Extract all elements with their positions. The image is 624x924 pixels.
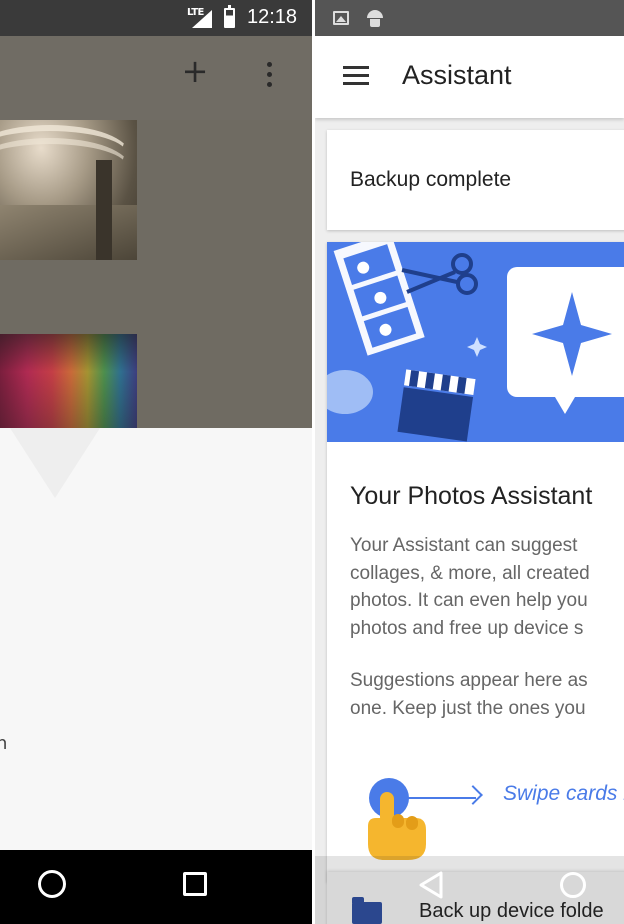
circle-home-icon[interactable]	[560, 872, 586, 898]
more-vert-icon[interactable]	[262, 62, 276, 92]
android-icon	[367, 8, 383, 27]
backup-status-card[interactable]: Backup complete	[327, 130, 624, 230]
assistant-illustration	[327, 242, 624, 442]
triangle-back-icon[interactable]	[417, 870, 445, 900]
app-toolbar: Assistant	[315, 36, 624, 118]
description-line: Your Assistant can suggest	[350, 535, 578, 556]
screenshot-root: LTE 12:18 + n Assistant Backup complete …	[0, 0, 624, 924]
assistant-description: Your Assistant can suggest collages, & m…	[350, 532, 624, 642]
pointing-hand-icon	[368, 792, 426, 860]
circle-home-icon[interactable]	[38, 870, 66, 898]
status-time: 12:18	[247, 6, 298, 28]
description-line: one. Keep just the ones you	[350, 697, 586, 719]
photo-column-detail	[96, 160, 112, 260]
right-phone-screen: Assistant Backup complete Your Photos As…	[315, 0, 624, 924]
assistant-intro-card[interactable]: Your Photos Assistant Your Assistant can…	[327, 242, 624, 882]
empty-content-area: n	[0, 428, 312, 850]
watermark-shape	[10, 428, 100, 498]
text-fragment: n	[0, 733, 8, 754]
image-icon	[333, 11, 349, 25]
backup-status-text: Backup complete	[350, 168, 512, 191]
illustration-graphics	[327, 242, 624, 442]
plus-icon[interactable]: +	[180, 55, 210, 87]
description-line: collages, & more, all created	[350, 562, 590, 584]
description-line: photos. It can even help you	[350, 590, 588, 611]
arrow-right-icon	[463, 785, 483, 805]
rainbow-wall-photo[interactable]	[0, 334, 137, 428]
description-line: photos and free up device s	[350, 617, 584, 639]
left-phone-screen: LTE 12:18 + n	[0, 0, 312, 924]
battery-icon	[224, 5, 235, 28]
assistant-card-title: Your Photos Assistant	[350, 482, 593, 510]
swipe-hint-label: Swipe cards r	[503, 782, 624, 805]
status-bar: LTE 12:18	[0, 0, 312, 36]
architecture-photo[interactable]	[0, 120, 137, 260]
navigation-bar	[315, 856, 624, 924]
status-bar	[315, 0, 624, 36]
app-toolbar: +	[0, 36, 312, 120]
description-line: Suggestions appear here as	[350, 670, 588, 691]
square-recents-icon[interactable]	[183, 872, 207, 896]
photo-shade	[0, 334, 137, 428]
toolbar-title: Assistant	[402, 60, 512, 90]
hamburger-menu-icon[interactable]	[343, 66, 369, 86]
photo-floor-detail	[0, 205, 137, 260]
signal-icon	[192, 10, 212, 28]
swipe-hint: Swipe cards r	[350, 772, 624, 862]
assistant-suggestions-text: Suggestions appear here as one. Keep jus…	[350, 667, 624, 722]
photo-grid	[0, 120, 312, 428]
navigation-bar	[0, 850, 312, 924]
